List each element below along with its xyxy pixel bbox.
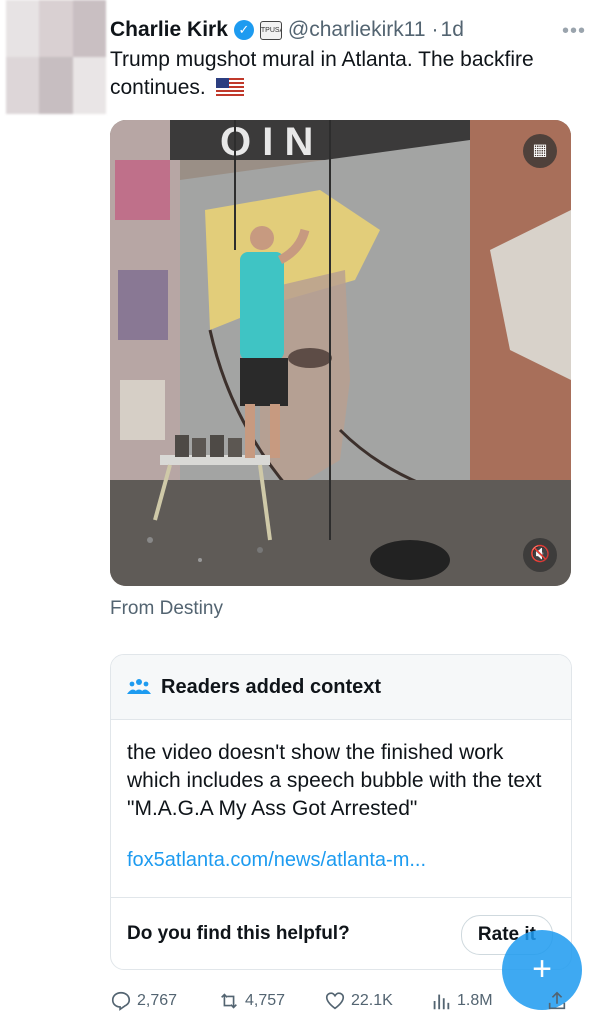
community-note-title: Readers added context [161, 675, 382, 698]
community-note-link[interactable]: fox5atlanta.com/news/atlanta-m... [127, 849, 426, 872]
video-frame: O I N J K L T @CAVEAU [110, 120, 571, 586]
us-flag-emoji-icon [215, 78, 244, 96]
avatar[interactable] [6, 0, 106, 114]
reply-button[interactable]: 2,767 [110, 988, 177, 1014]
affiliation-badge-icon[interactable]: TPUSA [259, 20, 282, 40]
heart-icon [325, 992, 345, 1010]
tweet-body: Trump mugshot mural in Atlanta. The back… [110, 48, 534, 99]
helpful-question: Do you find this helpful? [127, 923, 350, 944]
people-icon [127, 679, 151, 694]
timestamp[interactable]: 1d [441, 18, 464, 42]
mute-icon[interactable]: 🔇 [523, 538, 557, 572]
tweet-text: Trump mugshot mural in Atlanta. The back… [110, 46, 570, 102]
author-name[interactable]: Charlie Kirk [110, 18, 228, 42]
retweet-button[interactable]: 4,757 [218, 988, 285, 1014]
like-count: 22.1K [351, 992, 393, 1009]
video-source-label[interactable]: From Destiny [110, 598, 223, 620]
tweet-video[interactable]: O I N J K L T @CAVEAU [110, 120, 571, 586]
community-note: Readers added context the video doesn't … [110, 654, 572, 970]
gif-icon[interactable]: ▦ [523, 134, 557, 168]
reply-icon [111, 991, 131, 1011]
more-options-icon[interactable]: ••• [562, 20, 586, 43]
retweet-icon [221, 993, 237, 1009]
separator-dot: · [431, 18, 439, 41]
author-handle[interactable]: @charliekirk11 [288, 18, 426, 42]
reply-count: 2,767 [137, 992, 178, 1009]
retweet-count: 4,757 [245, 992, 286, 1009]
community-note-header: Readers added context [111, 655, 571, 720]
share-icon [548, 991, 566, 1010]
divider [111, 897, 571, 898]
view-count: 1.8M [457, 992, 493, 1009]
views-button[interactable]: 1.8M [430, 988, 493, 1014]
action-bar: 2,767 4,757 22.1K 1.8M [110, 988, 570, 1014]
views-chart-icon [433, 994, 450, 1010]
verified-badge-icon: ✓ [233, 20, 254, 40]
community-note-body: the video doesn't show the finished work… [127, 741, 542, 820]
like-button[interactable]: 22.1K [324, 988, 393, 1014]
tweet-header: Charlie Kirk ✓ TPUSA @charliekirk11 · 1d [110, 16, 580, 44]
share-button[interactable] [546, 988, 573, 1014]
